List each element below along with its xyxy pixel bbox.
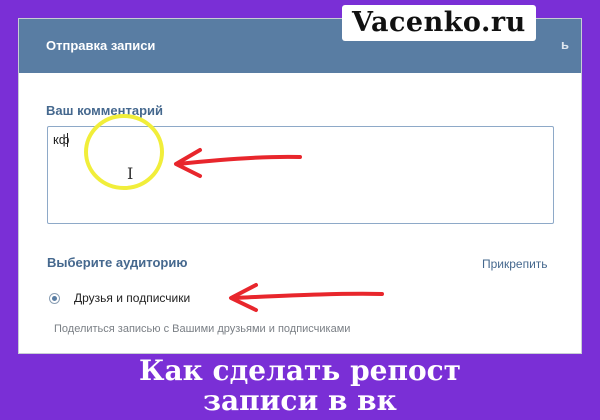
caption-line-1: Как сделать репост: [138, 354, 462, 387]
site-watermark: Vacenko.ru: [342, 5, 536, 41]
text-cursor-icon: I: [127, 164, 134, 183]
audience-option-friends[interactable]: Друзья и подписчики: [49, 289, 190, 307]
audience-option-label: Друзья и подписчики: [74, 291, 191, 305]
repost-dialog: Отправка записи ь Ваш комментарий кф I В…: [18, 18, 582, 354]
comment-label: Ваш комментарий: [46, 103, 164, 118]
text-caret: [67, 133, 68, 147]
audience-hint: Поделиться записью с Вашими друзьями и п…: [54, 323, 351, 335]
close-button[interactable]: ь: [561, 37, 569, 52]
attach-link[interactable]: Прикрепить: [482, 257, 548, 271]
comment-input[interactable]: кф: [47, 126, 554, 224]
dialog-title: Отправка записи: [46, 38, 156, 53]
audience-label: Выберите аудиторию: [47, 255, 188, 270]
caption-line-2: записи в вк: [203, 384, 397, 417]
caption: Как сделать репост записи в вк: [0, 356, 600, 416]
radio-selected-icon[interactable]: [49, 292, 60, 304]
